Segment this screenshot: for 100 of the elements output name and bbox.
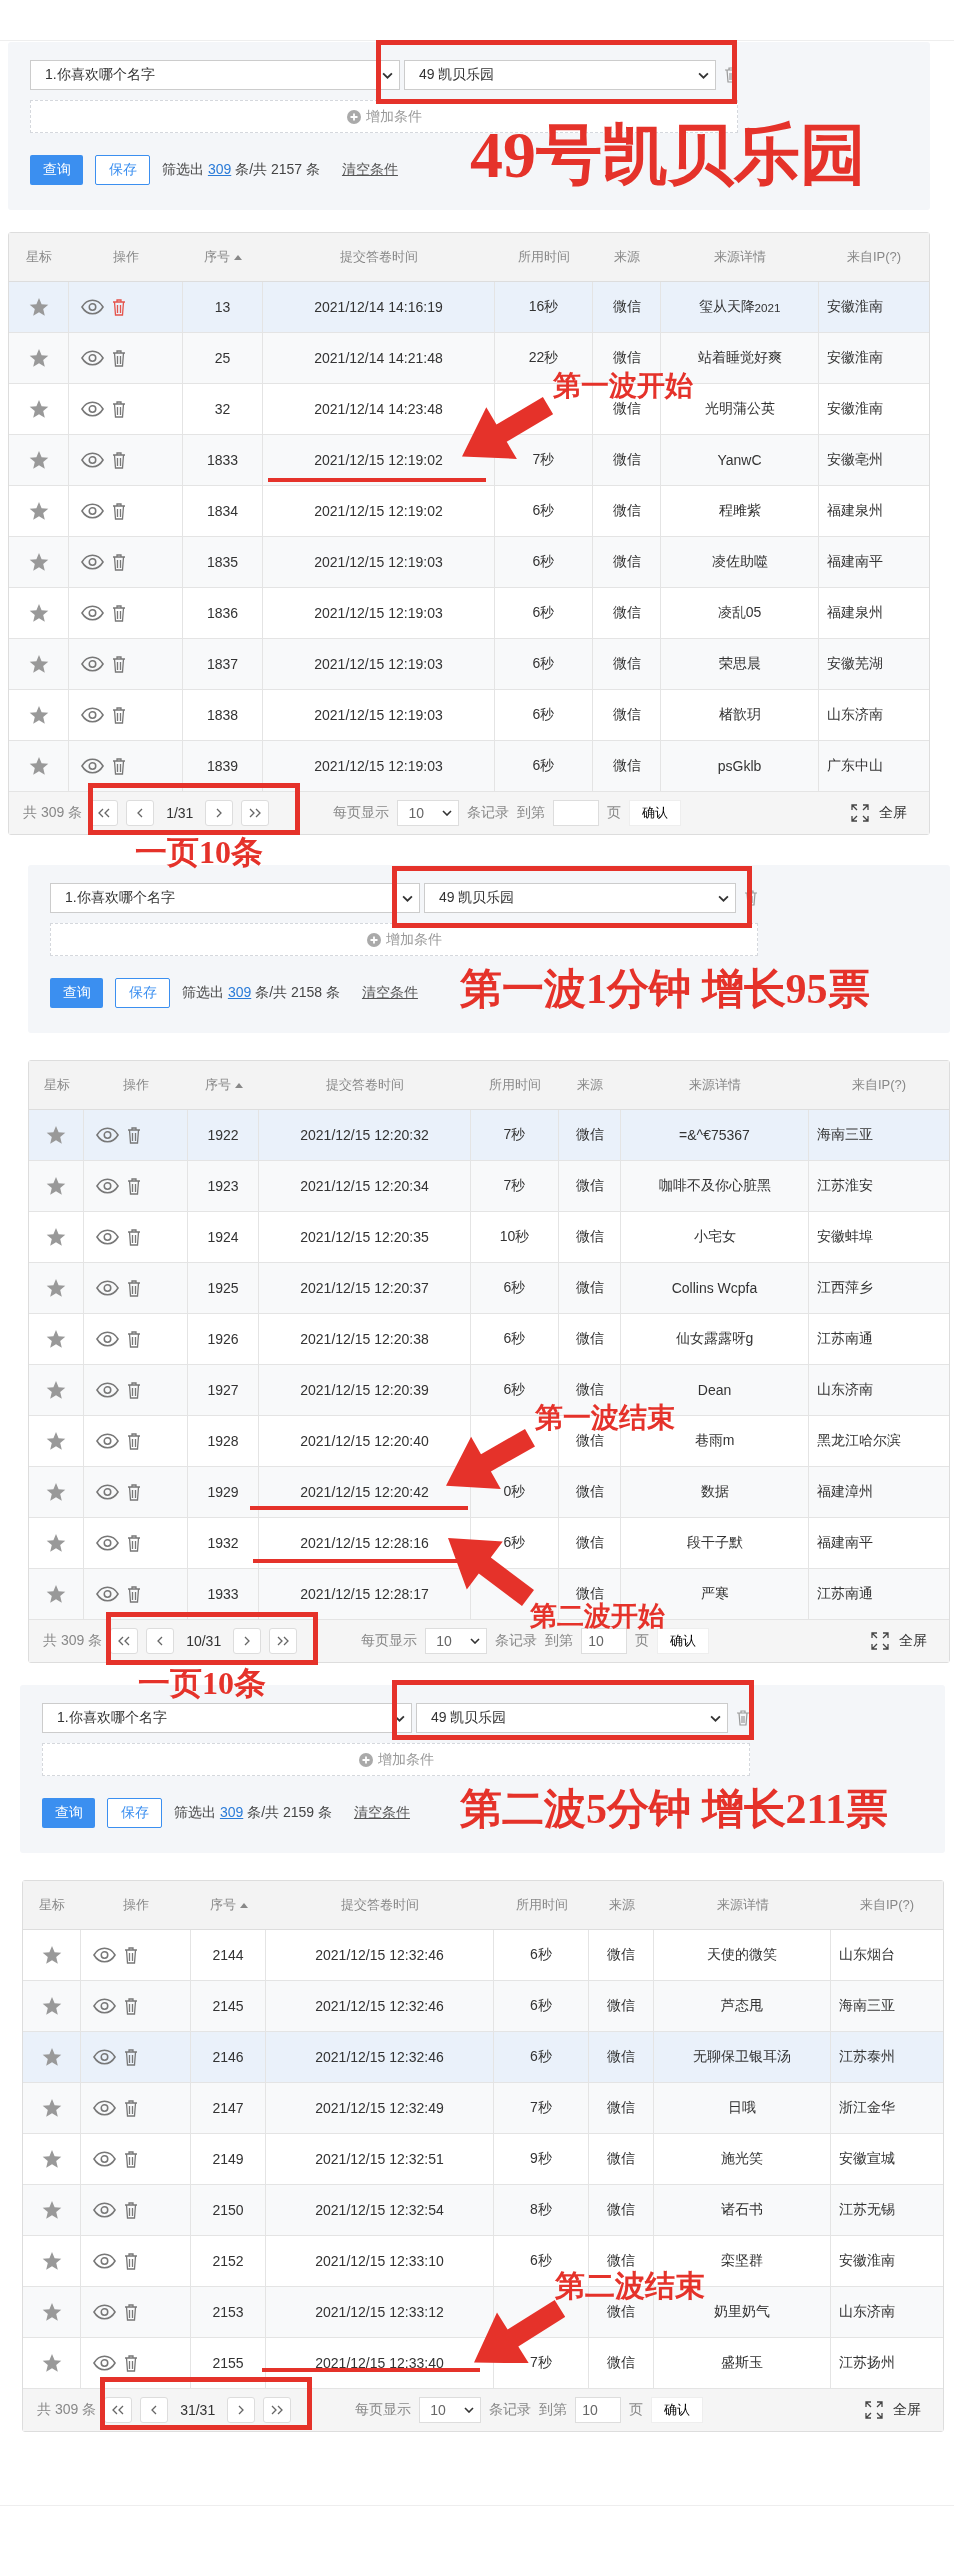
eye-icon[interactable] (93, 1998, 116, 2014)
table-row[interactable]: 2155 2021/12/15 12:33:40 7秒 微信 盛斯玉 江苏扬州 (23, 2338, 943, 2389)
star-icon[interactable] (28, 450, 49, 470)
page-number-field[interactable] (553, 800, 600, 826)
star-icon[interactable] (41, 2047, 62, 2067)
question-select[interactable]: 1.你喜欢哪个名字 (42, 1703, 412, 1733)
star-icon[interactable] (28, 654, 49, 674)
table-row[interactable]: 1922 2021/12/15 12:20:32 7秒 微信 =&^€75367 海南三亚 (29, 1110, 949, 1161)
star-icon[interactable] (46, 1431, 66, 1451)
trash-icon[interactable] (124, 2150, 138, 2168)
trash-icon[interactable] (112, 757, 126, 775)
trash-icon[interactable] (124, 2252, 138, 2270)
star-icon[interactable] (46, 1482, 66, 1502)
star-icon[interactable] (46, 1278, 66, 1298)
eye-icon[interactable] (96, 1586, 119, 1602)
table-row[interactable]: 1923 2021/12/15 12:20:34 7秒 微信 咖啡不及你心脏黑 江苏淮安 (29, 1161, 949, 1212)
trash-icon[interactable] (112, 349, 126, 367)
page-size-select[interactable]: 10 (397, 800, 460, 826)
last-page-button[interactable] (263, 2397, 292, 2423)
table-row[interactable]: 2146 2021/12/15 12:32:46 6秒 微信 无聊保卫银耳汤 江苏泰州 (23, 2032, 943, 2083)
table-row[interactable]: 2149 2021/12/15 12:32:51 9秒 微信 施光笑 安徽宣城 (23, 2134, 943, 2185)
result-count-link[interactable]: 309 (219, 1804, 244, 1820)
trash-icon[interactable] (127, 1177, 141, 1195)
clear-conditions-link[interactable]: 清空条件 (341, 161, 398, 179)
page-size-select[interactable]: 10 (425, 1628, 488, 1654)
page-number-field[interactable]: 10 (575, 2397, 622, 2423)
eye-icon[interactable] (81, 452, 104, 468)
table-row[interactable]: 1839 2021/12/15 12:19:03 6秒 微信 psGklb 广东中山 (9, 741, 929, 792)
table-row[interactable]: 1929 2021/12/15 12:20:42 0秒 微信 数据 福建漳州 (29, 1467, 949, 1518)
table-row[interactable]: 1836 2021/12/15 12:19:03 6秒 微信 凌乱05 福建泉州 (9, 588, 929, 639)
eye-icon[interactable] (93, 2304, 116, 2320)
table-row[interactable]: 2147 2021/12/15 12:32:49 7秒 微信 日哦 浙江金华 (23, 2083, 943, 2134)
trash-icon[interactable] (112, 400, 126, 418)
table-row[interactable]: 1833 2021/12/15 12:19:02 7秒 微信 YanwC 安徽亳州 (9, 435, 929, 486)
eye-icon[interactable] (93, 2049, 116, 2065)
trash-icon[interactable] (112, 451, 126, 469)
star-icon[interactable] (41, 2149, 62, 2169)
question-select[interactable]: 1.你喜欢哪个名字 (30, 60, 400, 90)
trash-icon[interactable] (127, 1279, 141, 1297)
star-icon[interactable] (46, 1329, 66, 1349)
trash-icon[interactable] (736, 1710, 750, 1726)
first-page-button[interactable] (104, 2397, 133, 2423)
trash-icon[interactable] (744, 890, 758, 906)
star-icon[interactable] (41, 2251, 62, 2271)
trash-icon[interactable] (127, 1126, 141, 1144)
trash-icon[interactable] (112, 553, 126, 571)
trash-icon[interactable] (112, 604, 126, 622)
table-row[interactable]: 1837 2021/12/15 12:19:03 6秒 微信 荣思晨 安徽芜湖 (9, 639, 929, 690)
eye-icon[interactable] (96, 1433, 119, 1449)
result-count-link[interactable]: 309 (207, 161, 232, 177)
trash-icon[interactable] (124, 2048, 138, 2066)
eye-icon[interactable] (96, 1127, 119, 1143)
confirm-button[interactable]: 确认 (629, 800, 682, 826)
trash-icon[interactable] (124, 2201, 138, 2219)
star-icon[interactable] (41, 1945, 62, 1965)
star-icon[interactable] (46, 1176, 66, 1196)
eye-icon[interactable] (81, 707, 104, 723)
question-select[interactable]: 1.你喜欢哪个名字 (50, 883, 420, 913)
eye-icon[interactable] (81, 656, 104, 672)
result-count-link[interactable]: 309 (227, 984, 252, 1000)
eye-icon[interactable] (96, 1229, 119, 1245)
trash-icon[interactable] (124, 2303, 138, 2321)
eye-icon[interactable] (93, 2151, 116, 2167)
star-icon[interactable] (41, 2098, 62, 2118)
clear-conditions-link[interactable]: 清空条件 (361, 984, 418, 1002)
eye-icon[interactable] (96, 1382, 119, 1398)
answer-select[interactable]: 49 凯贝乐园 (404, 60, 716, 90)
fullscreen-button[interactable]: 全屏 (851, 804, 907, 822)
clear-conditions-link[interactable]: 清空条件 (353, 1804, 410, 1822)
star-icon[interactable] (46, 1533, 66, 1553)
eye-icon[interactable] (96, 1331, 119, 1347)
table-row[interactable]: 1926 2021/12/15 12:20:38 6秒 微信 仙女露露呀g 江苏南通 (29, 1314, 949, 1365)
eye-icon[interactable] (93, 1947, 116, 1963)
eye-icon[interactable] (81, 350, 104, 366)
eye-icon[interactable] (93, 2100, 116, 2116)
star-icon[interactable] (41, 1996, 62, 2016)
eye-icon[interactable] (81, 554, 104, 570)
star-icon[interactable] (28, 348, 49, 368)
star-icon[interactable] (41, 2353, 62, 2373)
last-page-button[interactable] (269, 1628, 298, 1654)
trash-icon[interactable] (127, 1228, 141, 1246)
trash-icon[interactable] (112, 655, 126, 673)
trash-icon[interactable] (112, 502, 126, 520)
table-row[interactable]: 2144 2021/12/15 12:32:46 6秒 微信 天使的微笑 山东烟台 (23, 1930, 943, 1981)
eye-icon[interactable] (81, 758, 104, 774)
eye-icon[interactable] (93, 2253, 116, 2269)
fullscreen-button[interactable]: 全屏 (871, 1632, 927, 1650)
trash-icon[interactable] (127, 1381, 141, 1399)
eye-icon[interactable] (96, 1484, 119, 1500)
table-row[interactable]: 1834 2021/12/15 12:19:02 6秒 微信 程雎紫 福建泉州 (9, 486, 929, 537)
star-icon[interactable] (28, 756, 49, 776)
star-icon[interactable] (41, 2302, 62, 2322)
eye-icon[interactable] (81, 503, 104, 519)
trash-icon[interactable] (124, 1997, 138, 2015)
table-row[interactable]: 1932 2021/12/15 12:28:16 6秒 微信 段干子默 福建南平 (29, 1518, 949, 1569)
star-icon[interactable] (46, 1227, 66, 1247)
trash-icon[interactable] (112, 706, 126, 724)
star-icon[interactable] (28, 399, 49, 419)
table-row[interactable]: 1925 2021/12/15 12:20:37 6秒 微信 Collins Wcpfa 江西萍乡 (29, 1263, 949, 1314)
answer-select[interactable]: 49 凯贝乐园 (424, 883, 736, 913)
